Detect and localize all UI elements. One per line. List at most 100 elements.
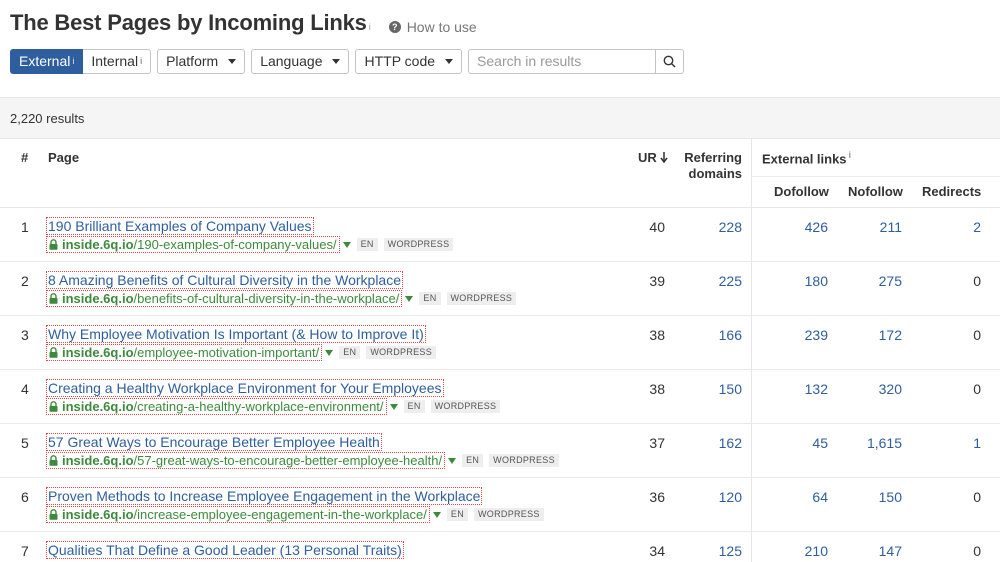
nofollow-link[interactable]: 172 — [879, 327, 902, 343]
lock-icon — [49, 293, 58, 304]
url-menu-caret-icon[interactable] — [389, 403, 398, 410]
referring-domains-link[interactable]: 228 — [719, 219, 742, 235]
ur-value: 34 — [649, 543, 665, 559]
dofollow-link[interactable]: 45 — [812, 435, 828, 451]
page-title-link[interactable]: 57 Great Ways to Encourage Better Employ… — [46, 433, 382, 451]
ur-value: 36 — [649, 489, 665, 505]
page-header: The Best Pages by Incoming Links i ? How… — [10, 10, 477, 40]
search-input[interactable] — [468, 48, 657, 74]
page-url-link[interactable]: inside.6q.io/190-examples-of-company-val… — [46, 236, 340, 253]
tab-internal[interactable]: Internal i — [83, 48, 152, 74]
page-cell: 190 Brilliant Examples of Company Values… — [46, 217, 454, 253]
dofollow-link[interactable]: 210 — [805, 543, 828, 559]
nofollow-link[interactable]: 150 — [879, 489, 902, 505]
dofollow-link[interactable]: 64 — [812, 489, 828, 505]
language-badge: EN — [446, 508, 468, 521]
sort-desc-icon — [660, 152, 669, 164]
how-to-use-link[interactable]: ? How to use — [388, 19, 477, 35]
row-number: 5 — [21, 435, 29, 451]
referring-domains-link[interactable]: 125 — [719, 543, 742, 559]
lock-icon — [49, 455, 58, 466]
platform-badge: WORDPRESS — [446, 292, 517, 305]
page-url-link[interactable]: inside.6q.io/creating-a-healthy-workplac… — [46, 398, 387, 415]
platform-badge: WORDPRESS — [366, 346, 437, 359]
dofollow-link[interactable]: 426 — [805, 219, 828, 235]
col-header-referring-domains[interactable]: Referring domains — [684, 150, 742, 182]
nofollow-link[interactable]: 275 — [879, 273, 902, 289]
page-title-link[interactable]: Qualities That Define a Good Leader (13 … — [46, 541, 404, 559]
table-row: 1 190 Brilliant Examples of Company Value… — [0, 208, 1000, 262]
page-url-line: inside.6q.io/190-examples-of-company-val… — [46, 236, 454, 253]
page-domain: inside.6q.io — [62, 345, 134, 360]
dofollow-link[interactable]: 180 — [805, 273, 828, 289]
page-cell: Proven Methods to Increase Employee Enga… — [46, 487, 544, 523]
url-menu-caret-icon[interactable] — [448, 457, 457, 464]
row-number: 4 — [21, 381, 29, 397]
page-title-link[interactable]: Creating a Healthy Workplace Environment… — [46, 379, 444, 397]
nofollow-link[interactable]: 147 — [879, 543, 902, 559]
redirects-value[interactable]: 1 — [973, 435, 981, 451]
col-header-nofollow[interactable]: Nofollow — [848, 184, 903, 199]
url-menu-caret-icon[interactable] — [432, 511, 441, 518]
http-code-dropdown[interactable]: HTTP code — [355, 48, 463, 74]
platform-badge: WORDPRESS — [489, 454, 559, 467]
ur-value: 40 — [649, 219, 665, 235]
page-title-link[interactable]: 190 Brilliant Examples of Company Values — [46, 217, 314, 235]
page-url-link[interactable]: inside.6q.io/57-great-ways-to-encourage-… — [46, 452, 446, 469]
url-menu-caret-icon[interactable] — [325, 349, 334, 356]
dofollow-link[interactable]: 239 — [805, 327, 828, 343]
page-domain: inside.6q.io — [62, 399, 134, 414]
nofollow-link[interactable]: 320 — [879, 381, 902, 397]
referring-domains-link[interactable]: 166 — [719, 327, 742, 343]
language-badge: EN — [339, 346, 361, 359]
redirects-value[interactable]: 2 — [973, 219, 981, 235]
lock-icon — [49, 239, 58, 250]
row-number: 7 — [21, 543, 29, 559]
how-to-use-label: How to use — [406, 19, 477, 35]
platform-dropdown[interactable]: Platform — [157, 48, 246, 74]
toolbar: External i Internal i Platform Language HT… — [10, 48, 685, 74]
redirects-value: 0 — [973, 273, 981, 289]
nofollow-link[interactable]: 1,615 — [867, 435, 902, 451]
page-url-line: inside.6q.io/creating-a-healthy-workplac… — [46, 398, 501, 415]
search-button[interactable] — [656, 48, 685, 74]
page-url-line: inside.6q.io/increase-employee-engagemen… — [46, 506, 544, 523]
info-marker[interactable]: i — [369, 22, 371, 32]
page-url-link[interactable]: inside.6q.io/increase-employee-engagemen… — [46, 506, 430, 523]
url-menu-caret-icon[interactable] — [342, 241, 351, 248]
tab-external[interactable]: External i — [10, 48, 84, 74]
referring-domains-link[interactable]: 120 — [719, 489, 742, 505]
page-domain: inside.6q.io — [62, 507, 134, 522]
page-url-link[interactable]: inside.6q.io/benefits-of-cultural-divers… — [46, 290, 403, 307]
table-row: 4 Creating a Healthy Workplace Environmen… — [0, 370, 1000, 424]
page-title-link[interactable]: 8 Amazing Benefits of Cultural Diversity… — [46, 271, 404, 289]
language-dropdown[interactable]: Language — [251, 48, 350, 74]
referring-domains-link[interactable]: 225 — [719, 273, 742, 289]
referring-domains-link[interactable]: 162 — [719, 435, 742, 451]
referring-domains-link[interactable]: 150 — [719, 381, 742, 397]
question-icon: ? — [388, 21, 401, 33]
col-header-dofollow[interactable]: Dofollow — [774, 184, 829, 199]
url-menu-caret-icon[interactable] — [405, 295, 414, 302]
nofollow-link[interactable]: 211 — [880, 219, 902, 235]
table-row: 6 Proven Methods to Increase Employee Eng… — [0, 478, 1000, 532]
page-url-line: inside.6q.io/57-great-ways-to-encourage-… — [46, 452, 559, 469]
row-number: 3 — [21, 327, 29, 343]
redirects-value: 0 — [973, 489, 981, 505]
page-cell: Creating a Healthy Workplace Environment… — [46, 379, 501, 415]
ur-value: 37 — [649, 435, 665, 451]
chevron-down-icon — [445, 58, 454, 64]
col-header-ur[interactable]: UR — [638, 150, 669, 165]
col-header-redirects[interactable]: Redirects — [922, 184, 981, 199]
redirects-value: 0 — [973, 543, 981, 559]
lock-icon — [49, 401, 58, 412]
language-badge: EN — [356, 238, 378, 251]
page-url-line: inside.6q.io/benefits-of-cultural-divers… — [46, 290, 517, 307]
platform-badge: WORDPRESS — [474, 508, 544, 521]
page-domain: inside.6q.io — [62, 291, 134, 306]
page-title-link[interactable]: Why Employee Motivation Is Important (& … — [46, 325, 426, 343]
page-url-link[interactable]: inside.6q.io/employee-motivation-importa… — [46, 344, 323, 361]
page-title-link[interactable]: Proven Methods to Increase Employee Enga… — [46, 487, 483, 505]
page-cell: 8 Amazing Benefits of Cultural Diversity… — [46, 271, 517, 307]
dofollow-link[interactable]: 132 — [805, 381, 828, 397]
